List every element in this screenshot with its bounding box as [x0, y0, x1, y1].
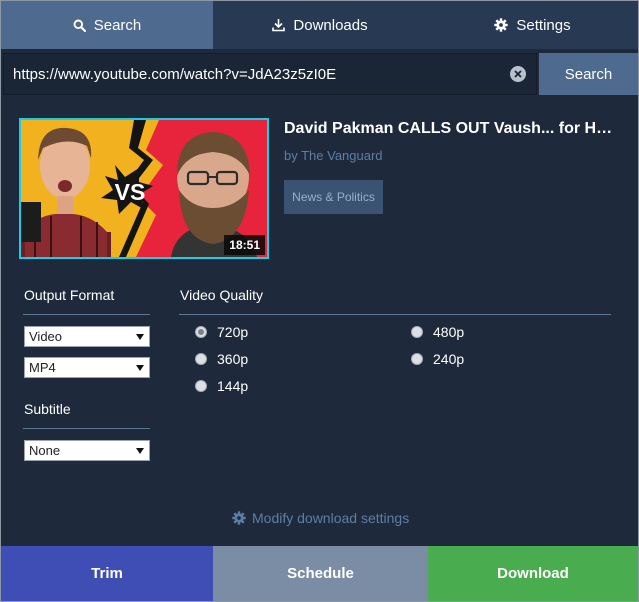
duration-badge: 18:51 [224, 235, 265, 255]
action-bar: Trim Schedule Download [1, 546, 638, 601]
quality-option-144p[interactable]: 144p [195, 378, 248, 394]
close-icon [514, 70, 522, 78]
output-format-label: Output Format [24, 287, 115, 303]
tab-bar: Search Downloads Settings [1, 1, 638, 49]
media-type-value: Video [29, 329, 63, 344]
tab-downloads[interactable]: Downloads [213, 1, 427, 49]
gear-icon [232, 511, 246, 525]
download-button[interactable]: Download [428, 546, 638, 601]
quality-option-240p[interactable]: 240p [411, 351, 464, 367]
quality-option-label: 144p [217, 378, 249, 394]
subtitle-value: None [29, 443, 61, 458]
category-badge: News & Politics [284, 180, 383, 214]
url-bar [3, 53, 537, 95]
radio-button[interactable] [411, 326, 423, 338]
modify-download-settings-link[interactable]: Modify download settings [232, 510, 409, 526]
channel-name[interactable]: by The Vanguard [284, 148, 383, 163]
tab-downloads-label: Downloads [293, 16, 368, 34]
video-quality-label: Video Quality [180, 287, 264, 303]
output-format-divider [23, 314, 150, 315]
quality-option-480p[interactable]: 480p [411, 324, 464, 340]
download-icon [272, 19, 286, 32]
subtitle-label: Subtitle [24, 401, 71, 417]
video-title: David Pakman CALLS OUT Vaush... for His … [284, 120, 614, 137]
radio-button[interactable] [195, 353, 207, 365]
tab-search-label: Search [93, 16, 142, 34]
video-thumbnail: VS 18:51 [19, 118, 269, 259]
gear-icon [494, 18, 509, 32]
tab-settings-label: Settings [516, 16, 571, 34]
quality-option-720p[interactable]: 720p [195, 324, 248, 340]
subtitle-select[interactable]: None [24, 440, 150, 461]
quality-option-label: 720p [217, 324, 249, 340]
trim-button[interactable]: Trim [1, 546, 213, 601]
container-format-value: MP4 [29, 360, 56, 375]
thumbnail-vs-text: VS [115, 179, 146, 205]
container-format-select[interactable]: MP4 [24, 357, 150, 378]
chevron-down-icon [136, 334, 144, 340]
quality-option-360p[interactable]: 360p [195, 351, 248, 367]
search-icon [73, 19, 86, 32]
quality-option-label: 360p [217, 351, 249, 367]
url-input[interactable] [4, 54, 504, 94]
tab-settings[interactable]: Settings [427, 1, 638, 49]
quality-option-label: 240p [433, 351, 465, 367]
app-window: Search Downloads Settings https://www.yo… [0, 0, 639, 602]
modify-link-label: Modify download settings [252, 510, 410, 526]
clear-url-button[interactable] [510, 66, 526, 82]
radio-button[interactable] [195, 326, 207, 338]
tab-search[interactable]: Search [1, 1, 213, 49]
chevron-down-icon [136, 448, 144, 454]
search-button[interactable]: Search [539, 53, 638, 95]
radio-button[interactable] [195, 380, 207, 392]
chevron-down-icon [136, 365, 144, 371]
schedule-button[interactable]: Schedule [213, 546, 428, 601]
radio-button[interactable] [411, 353, 423, 365]
media-type-select[interactable]: Video [24, 326, 150, 347]
subtitle-divider [23, 428, 150, 429]
video-quality-divider [179, 314, 611, 315]
quality-option-label: 480p [433, 324, 465, 340]
